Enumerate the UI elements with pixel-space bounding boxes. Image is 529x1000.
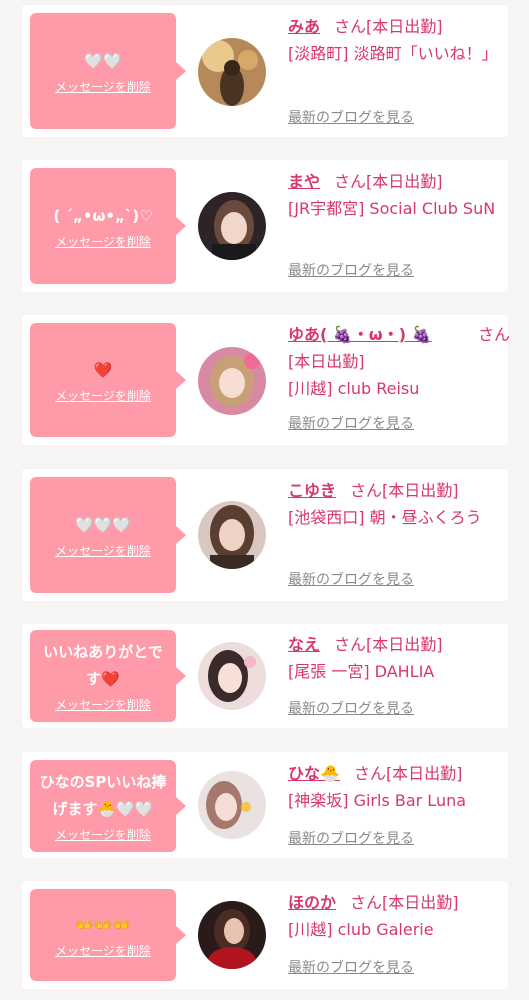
latest-blog-link[interactable]: 最新のブログを見る xyxy=(288,262,414,280)
message-bubble: ( ´„•ω•„`)♡ メッセージを削除 xyxy=(30,168,186,284)
cast-status: さん[本日出勤] xyxy=(334,17,443,36)
avatar-photo xyxy=(198,192,266,260)
shop-name: [池袋西口] 朝・昼ふくろう xyxy=(288,508,482,527)
message-text: 👐👐👐 xyxy=(74,915,132,934)
cast-name-link[interactable]: ほのか xyxy=(288,893,336,912)
message-bubble: いいねありがとです❤️ メッセージを削除 xyxy=(30,630,186,722)
cast-info: ほのか さん[本日出勤] [川越] club Galerie xyxy=(288,889,520,943)
delete-message-link[interactable]: メッセージを削除 xyxy=(55,943,151,959)
avatar-photo xyxy=(198,771,266,839)
message-bubble: 🤍🤍 メッセージを削除 xyxy=(30,13,186,129)
cast-name-link[interactable]: なえ xyxy=(288,635,320,654)
delete-message-link[interactable]: メッセージを削除 xyxy=(55,388,151,404)
message-text: ( ´„•ω•„`)♡ xyxy=(53,206,153,225)
cast-name-link[interactable]: まや xyxy=(288,172,320,191)
message-bubble: 🤍🤍🤍 メッセージを削除 xyxy=(30,477,186,593)
cast-status: [本日出勤] xyxy=(288,352,365,371)
message-text: いいねありがとです❤️ xyxy=(43,643,163,688)
message-text: 🤍🤍 xyxy=(84,51,122,70)
message-card: いいねありがとです❤️ メッセージを削除 なえ さん[本日出勤] [尾張 一宮] … xyxy=(22,624,508,728)
message-bubble: ひなのSPいいね捧げます🐣🤍🤍 メッセージを削除 xyxy=(30,760,186,852)
delete-message-link[interactable]: メッセージを削除 xyxy=(55,234,151,250)
cast-info: ひな🐣 さん[本日出勤] [神楽坂] Girls Bar Luna xyxy=(288,760,520,814)
cast-info: みあ さん[本日出勤] [淡路町] 淡路町「いいね！」 xyxy=(288,13,520,67)
cast-status: さん[本日出勤] xyxy=(350,893,459,912)
avatar[interactable] xyxy=(198,38,266,106)
cast-suffix: さん xyxy=(478,325,511,344)
shop-name: [神楽坂] Girls Bar Luna xyxy=(288,791,467,810)
cast-name-link[interactable]: みあ xyxy=(288,17,320,36)
cast-status: さん[本日出勤] xyxy=(334,172,443,191)
message-text: ひなのSPいいね捧げます🐣🤍🤍 xyxy=(39,773,167,818)
cast-status: さん[本日出勤] xyxy=(353,764,463,783)
avatar[interactable] xyxy=(198,347,266,415)
cast-status: さん[本日出勤] xyxy=(350,481,459,500)
message-bubble: 👐👐👐 メッセージを削除 xyxy=(30,889,186,981)
cast-info: ゆあ( 🍇・ω・) 🍇 さん [本日出勤] [川越] club Reisu xyxy=(288,321,520,402)
latest-blog-link[interactable]: 最新のブログを見る xyxy=(288,830,414,848)
avatar-photo xyxy=(198,642,266,710)
avatar-photo xyxy=(198,501,266,569)
message-card: 👐👐👐 メッセージを削除 ほのか さん[本日出勤] [川越] club Galer… xyxy=(22,881,508,989)
message-text: 🤍🤍🤍 xyxy=(74,515,132,534)
shop-name: [川越] club Reisu xyxy=(288,379,420,398)
message-bubble: ❤️ メッセージを削除 xyxy=(30,323,186,437)
cast-info: まや さん[本日出勤] [JR宇都宮] Social Club SuN xyxy=(288,168,520,222)
delete-message-link[interactable]: メッセージを削除 xyxy=(55,543,151,559)
message-card: ひなのSPいいね捧げます🐣🤍🤍 メッセージを削除 ひな🐣 さん[本日出勤] [神楽… xyxy=(22,752,508,858)
cast-info: なえ さん[本日出勤] [尾張 一宮] DAHLIA xyxy=(288,631,520,685)
delete-message-link[interactable]: メッセージを削除 xyxy=(55,79,151,95)
message-text: ❤️ xyxy=(93,360,113,379)
message-card: ( ´„•ω•„`)♡ メッセージを削除 まや さん[本日出勤] [JR宇都宮] … xyxy=(22,160,508,292)
message-card: 🤍🤍🤍 メッセージを削除 こゆき さん[本日出勤] [池袋西口] 朝・昼ふくろう … xyxy=(22,469,508,601)
latest-blog-link[interactable]: 最新のブログを見る xyxy=(288,109,414,127)
cast-name-link[interactable]: こゆき xyxy=(288,481,336,500)
cast-name-link[interactable]: ひな🐣 xyxy=(288,764,340,783)
latest-blog-link[interactable]: 最新のブログを見る xyxy=(288,700,414,718)
avatar-photo xyxy=(198,901,266,969)
avatar[interactable] xyxy=(198,501,266,569)
delete-message-link[interactable]: メッセージを削除 xyxy=(55,827,151,843)
avatar[interactable] xyxy=(198,642,266,710)
avatar[interactable] xyxy=(198,192,266,260)
shop-name: [JR宇都宮] Social Club SuN xyxy=(288,199,496,218)
latest-blog-link[interactable]: 最新のブログを見る xyxy=(288,959,414,977)
cast-name-link[interactable]: ゆあ( 🍇・ω・) 🍇 xyxy=(288,325,432,344)
shop-name: [淡路町] 淡路町「いいね！」 xyxy=(288,44,498,63)
cast-info: こゆき さん[本日出勤] [池袋西口] 朝・昼ふくろう xyxy=(288,477,520,531)
shop-name: [川越] club Galerie xyxy=(288,920,434,939)
shop-name: [尾張 一宮] DAHLIA xyxy=(288,662,435,681)
avatar-photo xyxy=(198,38,266,106)
latest-blog-link[interactable]: 最新のブログを見る xyxy=(288,571,414,589)
avatar-photo xyxy=(198,347,266,415)
avatar[interactable] xyxy=(198,901,266,969)
latest-blog-link[interactable]: 最新のブログを見る xyxy=(288,415,414,433)
cast-status: さん[本日出勤] xyxy=(334,635,443,654)
message-card: 🤍🤍 メッセージを削除 みあ さん[本日出勤] [淡路町] 淡路町「いいね！」 最… xyxy=(22,5,508,137)
avatar[interactable] xyxy=(198,771,266,839)
delete-message-link[interactable]: メッセージを削除 xyxy=(55,697,151,713)
message-card: ❤️ メッセージを削除 ゆあ( 🍇・ω・) 🍇 さん [本日出勤] [川越] cl… xyxy=(22,315,510,445)
